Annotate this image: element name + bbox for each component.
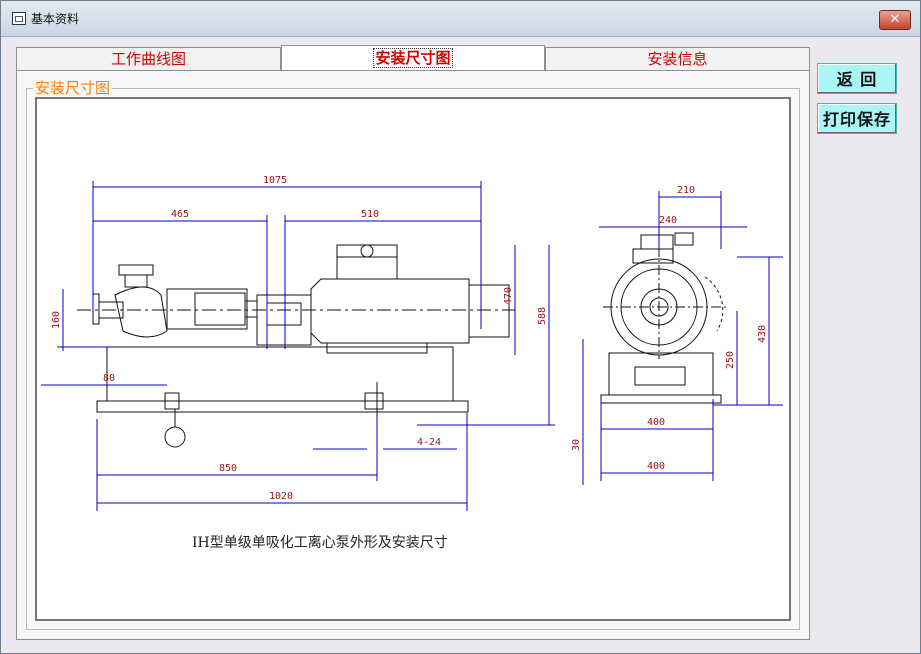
motor-body (310, 278, 470, 344)
bearing-housing (166, 288, 248, 330)
dim-4-24: 4-24 (417, 437, 441, 448)
dim-400-bottom: 400 (647, 461, 665, 472)
dim-80: 80 (103, 373, 115, 384)
print-save-button[interactable]: 打印保存 (817, 103, 897, 134)
base-frame (106, 346, 454, 402)
tab-label: 安装信息 (647, 50, 708, 68)
discharge-flange (92, 293, 100, 325)
group-label: 安装尺寸图 (33, 79, 113, 97)
tab-label: 安装尺寸图 (373, 48, 453, 68)
dim-30: 30 (571, 439, 582, 451)
tab-label: 工作曲线图 (110, 50, 186, 68)
tab-install-dimensions[interactable]: 安装尺寸图 (281, 45, 545, 71)
dim-588: 588 (537, 307, 548, 325)
tab-install-info[interactable]: 安装信息 (545, 47, 810, 70)
dim-400-top: 400 (647, 417, 665, 428)
back-button[interactable]: 返 回 (817, 63, 897, 94)
close-button[interactable]: ✕ (879, 10, 911, 30)
dim-465: 465 (171, 209, 189, 220)
tab-work-curve[interactable]: 工作曲线图 (16, 47, 281, 70)
dim-1075: 1075 (263, 175, 287, 186)
dim-430: 430 (757, 325, 768, 343)
side-view-base (608, 352, 714, 396)
lifting-hook (164, 426, 186, 448)
title-bar: 基本资料 ✕ (1, 1, 920, 37)
window-title: 基本资料 (31, 12, 80, 26)
tab-panel: 安装尺寸图 1075 465 510 160 80 470 588 850 10… (16, 70, 810, 640)
dim-250: 250 (725, 351, 736, 369)
terminal-box (336, 244, 398, 280)
app-icon (12, 12, 26, 25)
suction-flange (118, 264, 154, 276)
dim-240: 240 (659, 215, 677, 226)
tab-strip: 工作曲线图 安装尺寸图 安装信息 (16, 45, 810, 71)
dim-510: 510 (361, 209, 379, 220)
baseplate (96, 400, 469, 413)
drawing-caption: IH型单级单吸化工离心泵外形及安装尺寸 (192, 535, 448, 551)
dim-850: 850 (219, 463, 237, 474)
drawing-canvas: 1075 465 510 160 80 470 588 850 1020 4-2… (35, 97, 791, 621)
drawing-group: 安装尺寸图 1075 465 510 160 80 470 588 850 10… (26, 79, 800, 630)
dim-160: 160 (51, 311, 62, 329)
dim-1020: 1020 (269, 491, 293, 502)
dim-210: 210 (677, 185, 695, 196)
main-window: 基本资料 ✕ 工作曲线图 安装尺寸图 安装信息 安装尺寸图 1075 465 5… (0, 0, 921, 654)
dim-470: 470 (503, 287, 514, 305)
